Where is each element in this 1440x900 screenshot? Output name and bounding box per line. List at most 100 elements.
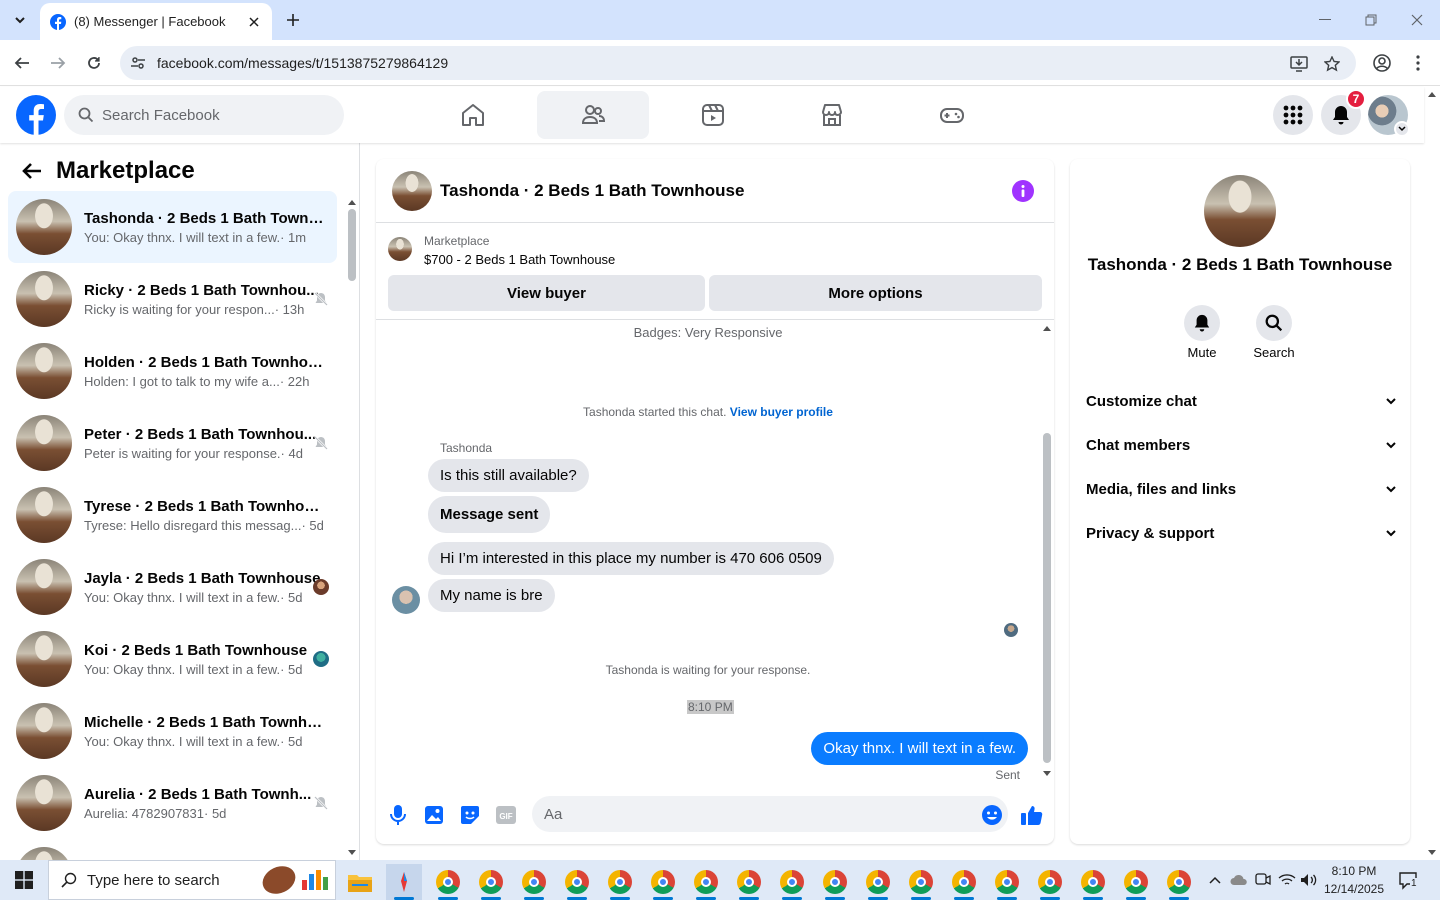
- scroll-down-arrow-icon[interactable]: [1428, 850, 1436, 856]
- chrome-icon[interactable]: [473, 864, 509, 900]
- scroll-up-arrow-icon[interactable]: [1428, 91, 1436, 97]
- incoming-message[interactable]: Message sent: [428, 496, 551, 533]
- new-tab-plus-icon[interactable]: [282, 8, 304, 32]
- chrome-icon[interactable]: [430, 864, 466, 900]
- close-tab-icon[interactable]: [246, 14, 262, 30]
- media-files-links-section[interactable]: Media, files and links: [1086, 475, 1396, 503]
- chrome-icon[interactable]: [946, 864, 982, 900]
- chrome-icon[interactable]: [860, 864, 896, 900]
- active-app-icon[interactable]: [386, 864, 422, 900]
- incoming-message[interactable]: Hi I’m interested in this place my numbe…: [428, 542, 834, 575]
- chrome-icon[interactable]: [1032, 864, 1068, 900]
- tab-search-chevron-icon[interactable]: [8, 8, 32, 32]
- file-explorer-icon[interactable]: [342, 864, 378, 900]
- mute-action[interactable]: Mute: [1166, 305, 1238, 360]
- view-buyer-profile-link[interactable]: View buyer profile: [730, 405, 833, 419]
- conversation-item-tashonda[interactable]: Tashonda · 2 Beds 1 Bath Townh... You: O…: [8, 191, 337, 263]
- reload-icon[interactable]: [82, 51, 106, 75]
- chrome-icon[interactable]: [731, 864, 767, 900]
- restore-icon[interactable]: [1356, 8, 1386, 32]
- bookmark-star-icon[interactable]: [1322, 54, 1342, 74]
- meet-now-icon[interactable]: [1253, 870, 1273, 890]
- minimize-icon[interactable]: [1310, 8, 1340, 32]
- scroll-thumb[interactable]: [1043, 433, 1051, 763]
- back-arrow-icon[interactable]: [16, 155, 48, 187]
- chrome-icon[interactable]: [516, 864, 552, 900]
- nav-marketplace-tab[interactable]: [776, 91, 888, 139]
- scroll-up-arrow-icon[interactable]: [348, 199, 356, 205]
- chrome-icon[interactable]: [1161, 864, 1197, 900]
- conversations-scrollbar[interactable]: [346, 199, 358, 860]
- profile-chevron-down-icon[interactable]: [1394, 121, 1410, 137]
- conversation-item-aurelia[interactable]: Aurelia · 2 Beds 1 Bath Townh... Aurelia…: [8, 767, 337, 839]
- sender-avatar[interactable]: [392, 586, 420, 614]
- incoming-message[interactable]: My name is bre: [428, 579, 555, 612]
- install-app-icon[interactable]: [1289, 54, 1309, 74]
- scroll-thumb[interactable]: [348, 209, 356, 281]
- chrome-icon[interactable]: [688, 864, 724, 900]
- facebook-logo-icon[interactable]: [16, 95, 56, 135]
- nav-home-tab[interactable]: [417, 91, 529, 139]
- address-bar[interactable]: facebook.com/messages/t/1513875279864129: [120, 46, 1356, 80]
- incoming-message[interactable]: Is this still available?: [428, 459, 589, 492]
- browser-tab-messenger[interactable]: (8) Messenger | Facebook: [40, 3, 272, 40]
- listing-mini-thumbnail[interactable]: [388, 237, 412, 261]
- conversation-item-ricky[interactable]: Ricky · 2 Beds 1 Bath Townhou... Ricky i…: [8, 263, 337, 335]
- conversation-item-partial[interactable]: [8, 839, 337, 860]
- conversation-item-michelle[interactable]: Michelle · 2 Beds 1 Bath Townho... You: …: [8, 695, 337, 767]
- chat-scrollbar[interactable]: [1040, 321, 1054, 781]
- customize-chat-section[interactable]: Customize chat: [1086, 387, 1396, 415]
- listing-title[interactable]: $700 - 2 Beds 1 Bath Townhouse: [424, 252, 615, 267]
- scroll-up-arrow-icon[interactable]: [1043, 325, 1051, 331]
- chrome-icon[interactable]: [817, 864, 853, 900]
- nav-gaming-tab[interactable]: [896, 91, 1008, 139]
- chrome-icon[interactable]: [559, 864, 595, 900]
- chrome-icon[interactable]: [645, 864, 681, 900]
- view-buyer-button[interactable]: View buyer: [388, 275, 705, 311]
- system-clock[interactable]: 8:10 PM 12/14/2025: [1320, 862, 1388, 898]
- onedrive-cloud-icon[interactable]: [1229, 870, 1249, 890]
- emoji-icon[interactable]: [980, 803, 1004, 827]
- search-action[interactable]: Search: [1238, 305, 1310, 360]
- gif-icon[interactable]: GIF: [494, 803, 518, 827]
- site-info-icon[interactable]: [130, 55, 146, 71]
- volume-icon[interactable]: [1299, 870, 1319, 890]
- nav-video-tab[interactable]: [657, 91, 769, 139]
- listing-profile-image[interactable]: [1204, 175, 1276, 247]
- info-icon[interactable]: [1012, 180, 1034, 202]
- more-options-button[interactable]: More options: [709, 275, 1042, 311]
- chat-listing-thumbnail[interactable]: [392, 170, 432, 211]
- privacy-support-section[interactable]: Privacy & support: [1086, 519, 1396, 547]
- chrome-icon[interactable]: [903, 864, 939, 900]
- photo-attach-icon[interactable]: [422, 803, 446, 827]
- chat-members-section[interactable]: Chat members: [1086, 431, 1396, 459]
- chrome-icon[interactable]: [774, 864, 810, 900]
- sticker-icon[interactable]: [458, 803, 482, 827]
- conversation-item-tyrese[interactable]: Tyrese · 2 Beds 1 Bath Townhouse Tyrese:…: [8, 479, 337, 551]
- chrome-icon[interactable]: [1075, 864, 1111, 900]
- action-center-icon[interactable]: 1: [1396, 868, 1420, 892]
- thumbs-up-icon[interactable]: [1020, 803, 1044, 827]
- scroll-down-arrow-icon[interactable]: [1043, 771, 1051, 777]
- page-scrollbar[interactable]: [1424, 87, 1440, 860]
- windows-start-icon[interactable]: [0, 860, 48, 900]
- close-window-icon[interactable]: [1402, 8, 1432, 32]
- forward-arrow-icon[interactable]: [46, 51, 70, 75]
- chrome-icon[interactable]: [989, 864, 1025, 900]
- profile-account-icon[interactable]: [1370, 51, 1394, 75]
- scroll-down-arrow-icon[interactable]: [348, 850, 356, 856]
- chat-title[interactable]: Tashonda · 2 Beds 1 Bath Townhouse: [440, 181, 744, 201]
- browser-menu-kebab-icon[interactable]: [1406, 51, 1430, 75]
- outgoing-message[interactable]: Okay thnx. I will text in a few.: [811, 732, 1028, 765]
- microphone-icon[interactable]: [386, 803, 410, 827]
- network-icon[interactable]: [1277, 870, 1297, 890]
- conversation-item-koi[interactable]: Koi · 2 Beds 1 Bath Townhouse You: Okay …: [8, 623, 337, 695]
- menu-grid-button[interactable]: [1273, 95, 1313, 135]
- message-input[interactable]: Aa: [532, 796, 1008, 832]
- chrome-icon[interactable]: [602, 864, 638, 900]
- show-hidden-icons-chevron-icon[interactable]: [1205, 870, 1225, 890]
- back-arrow-icon[interactable]: [10, 51, 34, 75]
- conversation-item-holden[interactable]: Holden · 2 Beds 1 Bath Townhouse Holden:…: [8, 335, 337, 407]
- conversation-item-peter[interactable]: Peter · 2 Beds 1 Bath Townhou... Peter i…: [8, 407, 337, 479]
- facebook-search-input[interactable]: Search Facebook: [64, 95, 344, 135]
